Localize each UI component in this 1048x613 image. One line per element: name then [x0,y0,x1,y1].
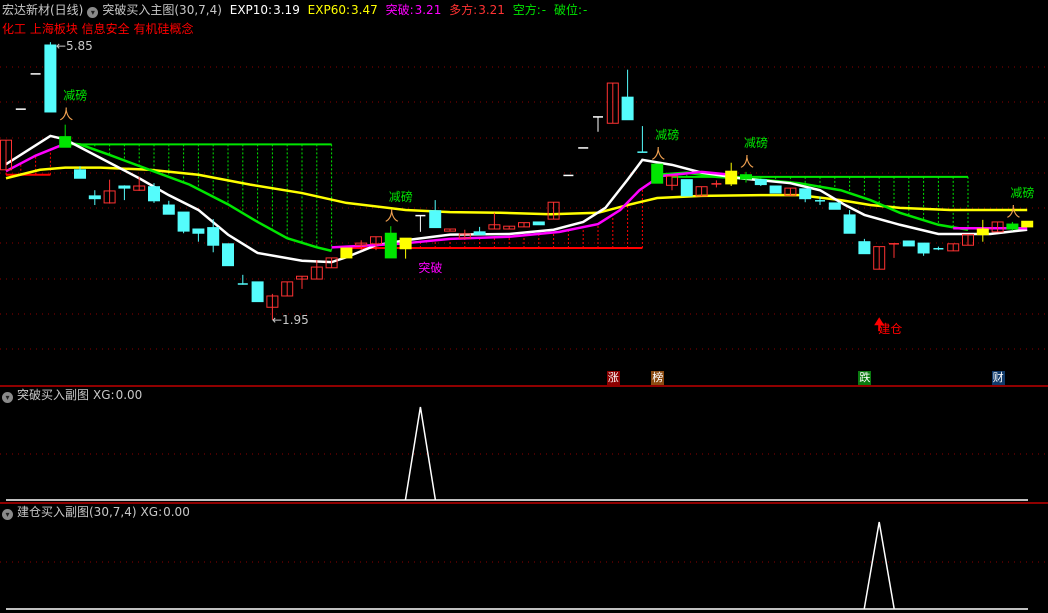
main-header: 宏达新材(日线) ▾ 突破买入主图(30,7,4) EXP10:3.19 EXP60… [2,3,591,18]
reduce-label: 减磅 [744,135,768,150]
reduce-label: 减磅 [389,189,413,204]
candle-body [473,231,486,236]
kongfang-value: - [541,3,547,17]
candle-body [769,185,782,194]
candle-body [177,211,190,232]
reduce-label: 减磅 [1010,185,1034,200]
candle-body [828,202,841,210]
info-badge[interactable]: 跌 [858,371,872,385]
sub2-xg-value: 0.00 [163,505,190,519]
info-badge[interactable]: 财 [991,371,1005,385]
indicator-name[interactable]: 突破买入主图(30,7,4) [102,3,222,17]
breakout-label: 突破 [418,260,442,275]
exp10-label: EXP10: [229,3,273,17]
sub1-xg-label: XG: [93,388,115,402]
exp60-value: 3.47 [351,3,378,17]
sub1-header: ▾ 突破买入副图 XG:0.00 [2,388,146,403]
candle-body [651,163,664,184]
sub2-title[interactable]: 建仓买入副图(30,7,4) [17,505,137,519]
candle-body [192,228,205,234]
candle-body [384,232,397,259]
high-price-label: ←5.85 [56,39,93,53]
stock-title: 宏达新材(日线) [2,3,84,17]
info-badge[interactable]: 涨 [606,371,620,385]
candle-body [858,241,871,255]
candle-body [799,188,812,200]
kline-chart[interactable]: ←5.85←1.95减磅人减磅人减磅人减磅人减磅人突破建仓 [0,0,1048,613]
candle-body [1021,220,1034,228]
candle-body [621,96,634,121]
build-label: 建仓 [878,322,902,336]
tupo-value: 3.21 [414,3,442,17]
exp10-value: 3.19 [273,3,300,17]
running-man-icon: 人 [651,147,665,163]
candle-body [399,237,412,250]
info-badge[interactable]: 榜 [651,371,665,385]
candle-body [44,44,57,113]
candle-body [251,281,264,303]
candle-body [1006,223,1019,230]
candle-body [680,179,693,197]
candle-body [162,204,175,215]
running-man-icon: 人 [1006,205,1020,221]
candle-body [148,186,160,202]
sub2-xg-label: XG: [140,505,163,519]
reduce-label: 减磅 [655,127,679,142]
candle-body [340,247,353,259]
candle-body [725,170,738,185]
duofang-value: 3.21 [478,3,505,17]
candle-body [59,136,72,148]
exp60-label: EXP60: [307,3,351,17]
running-man-icon: 人 [385,209,399,225]
sub2-xg-signal [863,521,895,610]
candle-body [532,221,545,226]
candle-body [976,228,989,236]
candle-body [740,174,752,180]
collapse-chevron-icon[interactable]: ▾ [2,509,13,520]
candle-body [917,242,930,254]
candle-body [902,240,915,247]
collapse-chevron-icon[interactable]: ▾ [2,392,13,403]
candle-body [207,227,220,246]
kongfang-line [657,171,969,231]
candle-body [754,179,767,186]
reduce-label: 减磅 [63,88,87,103]
sub1-title[interactable]: 突破买入副图 [17,388,89,402]
candle-body [74,169,86,179]
candle-body [118,185,131,189]
kongfang-label: 空方: [512,3,541,17]
sub1-xg-value: 0.00 [115,388,143,402]
concept-tags[interactable]: 化工 上海板块 信息安全 有机硅概念 [2,22,193,36]
candle-body [843,214,856,234]
running-man-icon: 人 [59,108,73,124]
candle-body [222,243,234,267]
sub2-header: ▾ 建仓买入副图(30,7,4) XG:0.00 [2,505,194,520]
collapse-chevron-icon[interactable]: ▾ [87,7,99,18]
powei-label: 破位: [553,3,583,17]
duofang-label: 多方: [449,3,478,17]
tupo-label: 突破: [385,3,414,17]
candle-body [88,195,101,200]
candle-body [429,210,442,229]
running-man-icon: 人 [740,155,754,171]
powei-value: - [583,3,588,17]
low-price-label: ←1.95 [272,313,309,327]
